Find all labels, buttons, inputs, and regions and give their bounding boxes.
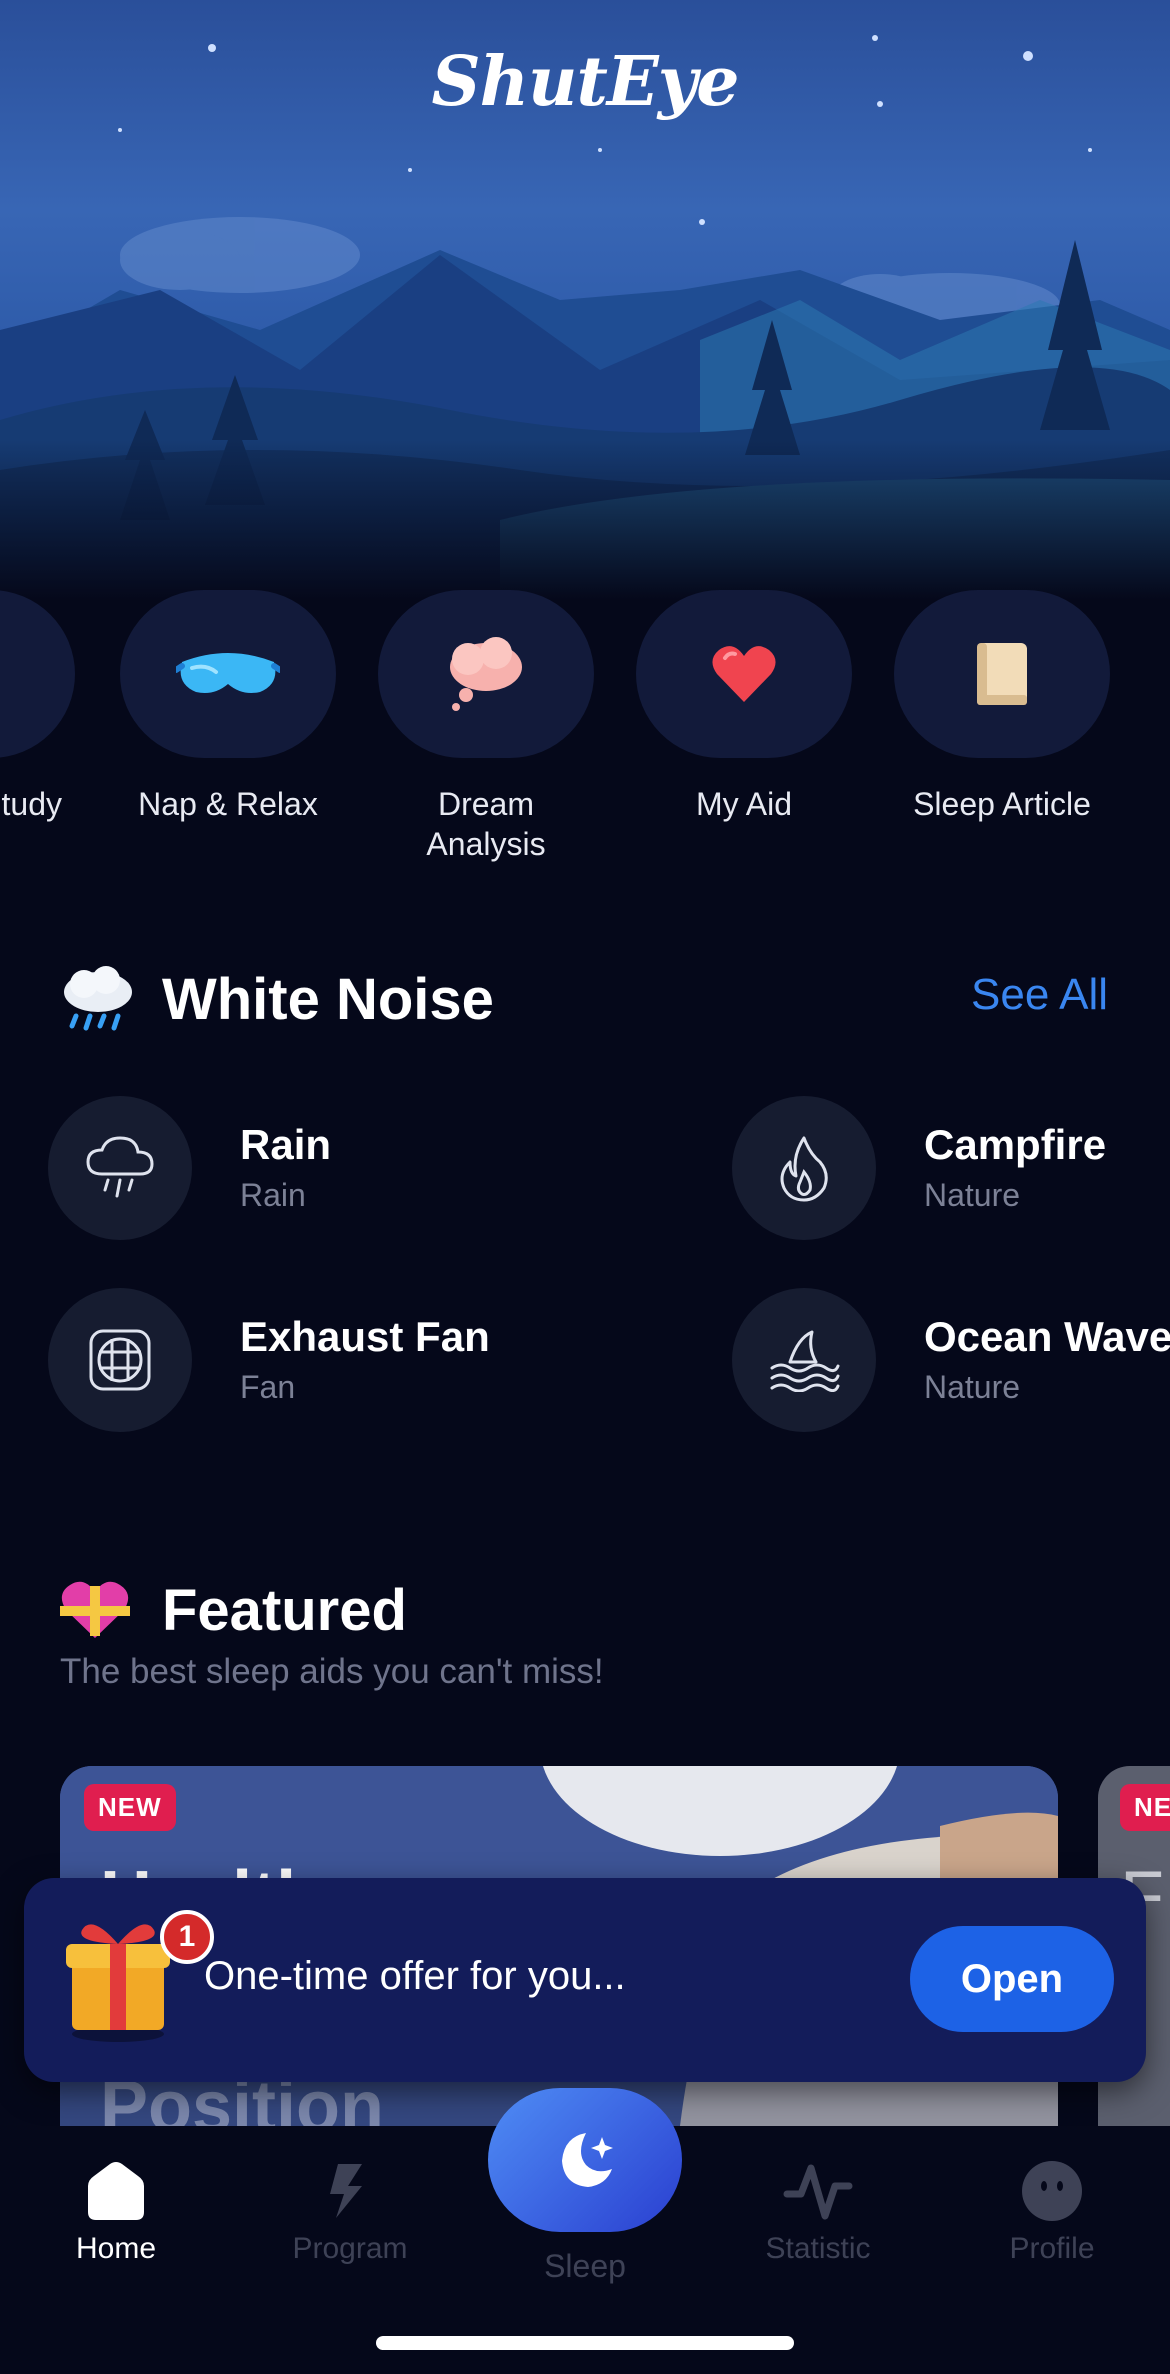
statistic-icon [783,2164,853,2220]
moon-star-icon [562,2133,613,2187]
category-label: Dream Analysis [426,786,546,862]
noise-name: Rain [240,1121,332,1168]
noise-name: Campfire [924,1121,1107,1168]
rain-cloud-icon [86,1136,154,1198]
hero-banner: ShutEye [0,0,1170,600]
category-study[interactable]: tudy [0,590,77,824]
home-screen: ShutEye tudy Nap & Relax Dream Analysis [0,0,1170,2374]
tab-profile[interactable]: Profile [962,2160,1142,2266]
app-logo: ShutEye [431,42,739,122]
new-badge: NE [1120,1784,1170,1831]
new-badge: NEW [84,1784,176,1831]
category-label: tudy [1,786,62,822]
category-nap-relax[interactable]: Nap & Relax [118,590,338,824]
offer-banner[interactable]: 1 One-time offer for you... Open [24,1878,1146,2082]
tab-sleep-label: Sleep [544,2248,626,2284]
noise-icon-circle [732,1096,876,1240]
tab-home[interactable]: Home [26,2160,206,2266]
noise-item-campfire[interactable]: Campfire Nature [732,1096,1106,1240]
noise-name: Ocean Wave [924,1313,1170,1360]
noise-name: Exhaust Fan [240,1313,490,1360]
category-sleep-article[interactable]: Sleep Article [892,590,1112,824]
category-my-aid[interactable]: My Aid [634,590,854,824]
featured-title: Featured [162,1578,407,1643]
noise-category: Rain [240,1177,306,1213]
category-circle [378,590,594,758]
category-circle [120,590,336,758]
offer-text: One-time offer for you... [204,1954,626,1998]
noise-item-ocean-wave[interactable]: Ocean Wave Nature [732,1288,1170,1432]
flame-icon [780,1136,828,1202]
heart-gift-emoji-icon [60,1581,130,1638]
noise-icon-circle [48,1288,192,1432]
tab-sleep[interactable] [488,2088,682,2232]
rain-cloud-emoji-icon [64,966,132,1031]
fan-icon [89,1329,151,1391]
noise-category: Nature [924,1369,1021,1405]
category-circle [894,590,1110,758]
wave-icon [770,1330,840,1392]
noise-item-exhaust-fan[interactable]: Exhaust Fan Fan [48,1288,490,1432]
category-dream-analysis[interactable]: Dream Analysis [376,590,596,864]
see-all-link[interactable]: See All [971,970,1108,1020]
tab-label: Home [75,2232,157,2265]
category-label: My Aid [695,786,793,822]
noise-category: Fan [240,1369,296,1405]
category-label: Sleep Article [913,786,1091,822]
category-label: Nap & Relax [138,786,318,822]
program-icon [330,2164,362,2218]
sleep-mask-icon [176,653,280,693]
noise-category: Nature [924,1177,1021,1213]
notebook-icon [977,643,1027,705]
noise-icon-circle [48,1096,192,1240]
white-noise-title: White Noise [162,967,494,1032]
category-circle [0,590,75,758]
gift-box-icon [66,1924,170,2042]
home-icon [88,2162,144,2220]
tab-program[interactable]: Program [260,2160,440,2266]
tab-label: Statistic [765,2232,871,2265]
tab-statistic[interactable]: Statistic [728,2160,908,2266]
heart-icon [712,646,776,702]
profile-icon [1022,2161,1082,2221]
home-indicator[interactable] [376,2336,794,2350]
tab-label: Profile [1009,2232,1095,2265]
noise-item-rain[interactable]: Rain Rain [48,1096,331,1240]
featured-subtitle: The best sleep aids you can't miss! [60,1652,604,1691]
thought-cloud-icon [450,637,522,711]
open-button[interactable]: Open [910,1926,1114,2032]
tab-label: Program [292,2232,408,2265]
noise-icon-circle [732,1288,876,1432]
category-circle [636,590,852,758]
